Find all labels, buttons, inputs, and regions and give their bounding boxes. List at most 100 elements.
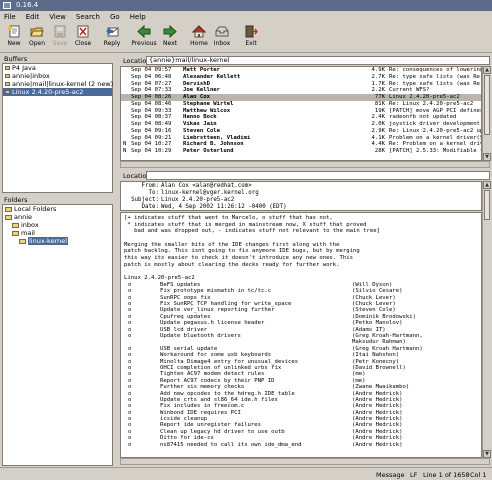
message-date: Sep 04 08:26	[131, 94, 172, 100]
toolbar: New Open Save Close Reply Previous Next …	[0, 23, 492, 53]
message-date: Sep 04 07:33	[131, 87, 172, 94]
message-row[interactable]: Sep 04 09:57 Matt Porter 4.9K Re: consequen…	[121, 67, 481, 74]
header-row: To: linux-kernel@vger.kernel.org	[121, 190, 481, 197]
close-button[interactable]: Close	[72, 23, 94, 52]
message-date: Sep 04 10:29	[131, 148, 172, 154]
message-size: 2.9K	[371, 127, 385, 134]
buffer-item[interactable]: P4 Java	[3, 64, 112, 72]
open-button[interactable]: Open	[26, 23, 48, 52]
header-value: Linux 2.4.20-pre5-ac2	[161, 197, 235, 203]
window-title: 0.16.4	[16, 1, 39, 9]
message-from: Richard B. Johnson	[183, 141, 244, 148]
message-date: Sep 04 08:46	[131, 100, 172, 107]
reply-button[interactable]: Reply	[101, 23, 123, 52]
scroll-thumb[interactable]	[484, 190, 490, 220]
message-body-scrollbar[interactable]: ▲ ▼	[482, 181, 491, 458]
scroll-up-arrow-icon[interactable]: ▲	[483, 181, 491, 189]
status-position: Line 1 of 1658	[423, 471, 470, 479]
inbox-button[interactable]: Inbox	[211, 23, 233, 52]
folder-mail[interactable]: mail	[3, 229, 112, 237]
message-row[interactable]: Sep 04 09:33 Matthew Wilcox 19K [PATCH] mov…	[121, 108, 481, 115]
buffers-pane-title: Buffers	[4, 55, 28, 63]
buffer-item[interactable]: annie|inbox	[3, 72, 112, 80]
save-button[interactable]: Save	[49, 23, 71, 52]
message-list-scrollbar[interactable]: ▲ ▼	[482, 66, 491, 161]
message-row[interactable]: Sep 04 07:33 Joe Kellner 2.2K Current WFS?	[121, 87, 481, 94]
message-date: Sep 04 10:27	[131, 141, 172, 148]
message-from: Matt Porter	[183, 67, 221, 73]
home-button[interactable]: Home	[188, 23, 210, 52]
header-value: Alan Cox <alan@redhat.com>	[161, 183, 252, 189]
buffer-item[interactable]: annie|mail|linux-kernel (2 new)	[3, 80, 113, 88]
menu-view[interactable]: View	[49, 11, 66, 23]
message-from: Vikas Jain	[183, 121, 217, 127]
message-row[interactable]: Sep 04 08:49 Vikas Jain 2.0K joystick drive…	[121, 121, 481, 128]
body-line: Merging the smaller bits of the IDE chan…	[124, 241, 340, 248]
message-row[interactable]: N Sep 04 10:27 Richard B. Johnson 4.4K Re: P…	[121, 141, 481, 148]
message-headers: From: Alan Cox <alan@redhat.com> To: linux-…	[120, 181, 482, 211]
menu-search[interactable]: Search	[76, 11, 100, 23]
buffer-item-selected[interactable]: Linux 2.4.20-pre5-ac2	[3, 88, 112, 96]
message-subject: [PATCH] 2.5.33: Modifiable timeout in sr…	[389, 148, 481, 154]
message-row[interactable]: Sep 04 08:37 Hanno Bock 2.4K radeonfb not u…	[121, 114, 481, 121]
next-button[interactable]: Next	[159, 23, 181, 52]
header-value: linux-kernel@vger.kernel.org	[161, 190, 259, 196]
message-row[interactable]: N Sep 04 10:29 Peter Osterlund 28K [PATCH] 2…	[121, 148, 481, 155]
menu-edit[interactable]: Edit	[26, 11, 40, 23]
folder-local-folders[interactable]: Local Folders	[3, 205, 112, 213]
message-from: DervishD	[183, 80, 210, 87]
message-subject: Re: Linux 2.4.20-pre5-ac2	[389, 100, 474, 107]
menu-help[interactable]: Help	[130, 11, 146, 23]
next-arrow-icon	[163, 24, 177, 39]
reply-button-label: Reply	[103, 40, 121, 47]
message-size: 2.7K	[371, 73, 385, 80]
header-row: Subject: Linux 2.4.20-pre5-ac2	[121, 197, 481, 204]
buffer-icon	[5, 90, 10, 94]
location-label: Location:	[123, 56, 153, 65]
body-line: patch backlog. This isnt going to fix an…	[124, 248, 360, 255]
message-list-location-input[interactable]: {annie}mail/linux-kernel	[146, 56, 490, 65]
buffers-list[interactable]: P4 Java annie|inbox annie|mail|linux-ker…	[2, 63, 113, 193]
header-row: Date: Wed, 4 Sep 2002 11:26:12 -0400 (EDT…	[121, 204, 481, 211]
message-row[interactable]: Sep 04 09:16 Steven Cole 2.9K Re: Linux 2.4…	[121, 128, 481, 135]
message-date: Sep 04 09:16	[131, 127, 172, 134]
exit-button[interactable]: Exit	[240, 23, 262, 52]
scroll-thumb[interactable]	[484, 75, 490, 135]
message-subject: joystick driver development	[389, 121, 480, 127]
body-line: patch is mostly about clearing the decks…	[124, 261, 340, 268]
message-flag: N	[123, 141, 127, 148]
scroll-down-arrow-icon[interactable]: ▼	[483, 153, 491, 161]
message-subject: [PATCH] move AGP PCI defines to pci_ids.…	[389, 107, 482, 114]
message-size: 81K	[374, 100, 385, 107]
message-row[interactable]: Sep 04 08:46 Stephane Wirtel 81K Re: Linux …	[121, 101, 481, 108]
status-col: Col 1	[470, 471, 487, 479]
header-key: From:	[141, 183, 159, 189]
inbox-icon	[215, 25, 229, 38]
message-date: Sep 04 09:57	[131, 67, 172, 73]
message-list-hscrollbar[interactable]	[120, 161, 490, 168]
message-view-location-input[interactable]	[146, 171, 490, 180]
menu-go[interactable]: Go	[110, 11, 120, 23]
folder-inbox[interactable]: inbox	[3, 221, 112, 229]
status-bar: Message LF Line 1 of 1658 Col 1	[0, 467, 492, 480]
previous-button[interactable]: Previous	[130, 23, 158, 52]
message-body-hscrollbar[interactable]	[120, 458, 490, 465]
scroll-up-arrow-icon[interactable]: ▲	[483, 66, 491, 74]
message-from: Peter Osterlund	[183, 148, 234, 154]
menu-file[interactable]: File	[4, 11, 16, 23]
message-from: Matthew Wilcox	[183, 107, 231, 114]
message-subject: Re: type safe lists (was Re: PATCH: type…	[389, 73, 481, 80]
folders-tree[interactable]: Local Folders annie inbox mail linux-ker…	[2, 204, 113, 466]
app-icon	[3, 2, 11, 9]
folder-linux-kernel[interactable]: linux-kernel	[3, 237, 112, 245]
message-row[interactable]: Sep 04 06:48 Alexander Kellett 2.7K Re: typ…	[121, 74, 481, 81]
folder-annie[interactable]: annie	[3, 213, 112, 221]
message-row-selected[interactable]: Sep 04 08:26 Alan Cox 77K Linux 2.4.20-pre5…	[121, 94, 481, 101]
changelog-text: ns87415 needed to call its own ide_dma_e…	[160, 441, 302, 448]
message-row[interactable]: Sep 04 09:21 Liebrstteen, Vladimi 4.1K Prob…	[121, 135, 481, 142]
reply-icon	[105, 25, 119, 38]
message-row[interactable]: Sep 04 07:27 DervishD 1.7K Re: type safe li…	[121, 81, 481, 88]
body-line	[124, 235, 481, 242]
new-button[interactable]: New	[3, 23, 25, 52]
scroll-down-arrow-icon[interactable]: ▼	[483, 450, 491, 458]
